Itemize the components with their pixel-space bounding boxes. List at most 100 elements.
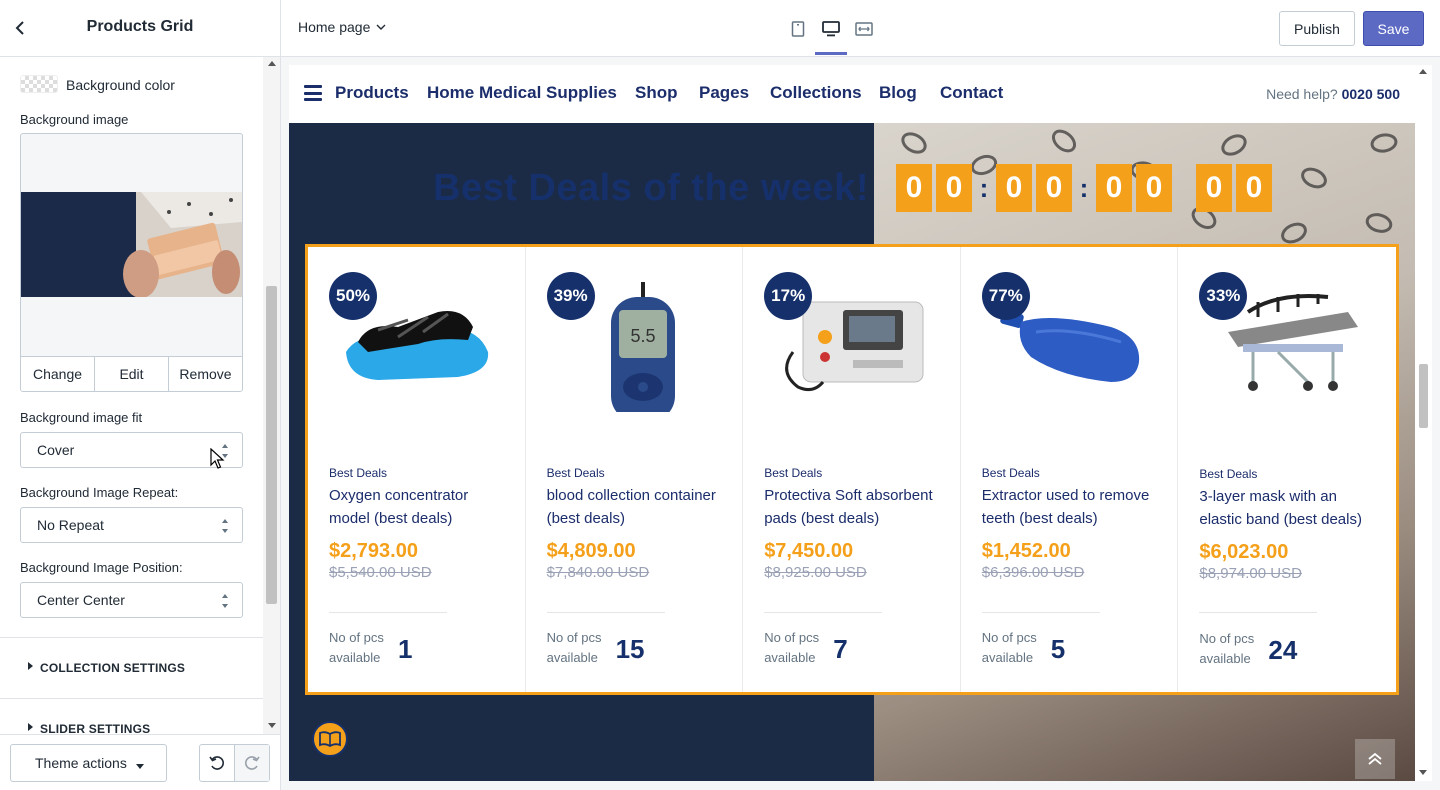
scroll-down-icon[interactable]	[1419, 770, 1427, 775]
nav-link-contact[interactable]: Contact	[940, 83, 1003, 103]
section-label: COLLECTION SETTINGS	[40, 660, 186, 675]
countdown-digit: 0	[1036, 164, 1072, 212]
store-navigation: Products Home Medical Supplies Shop Page…	[289, 65, 1415, 123]
position-label: Background Image Position:	[20, 560, 183, 575]
sidebar-scrollbar[interactable]	[263, 57, 280, 734]
caret-down-icon	[136, 764, 144, 769]
scroll-down-icon[interactable]	[268, 723, 276, 728]
scroll-thumb[interactable]	[1419, 364, 1428, 428]
undo-icon[interactable]	[200, 745, 235, 781]
product-name[interactable]: blood collection container (best deals)	[547, 484, 727, 530]
desktop-icon[interactable]	[816, 16, 846, 42]
edit-image-button[interactable]: Edit	[95, 357, 169, 391]
discount-badge: 77%	[981, 272, 1030, 320]
product-category: Best Deals	[1199, 467, 1258, 481]
product-card[interactable]: 77% Best Deals Extractor used to remove …	[961, 247, 1179, 692]
sidebar-header: Products Grid	[0, 0, 280, 57]
save-button[interactable]: Save	[1363, 11, 1424, 46]
product-card[interactable]: 39% 5.5 Best Deals blood collection cont…	[526, 247, 744, 692]
fullwidth-icon[interactable]	[849, 16, 879, 42]
product-old-price: $8,974.00 USD	[1199, 565, 1302, 582]
nav-link-blog[interactable]: Blog	[879, 83, 917, 103]
product-old-price: $6,396.00 USD	[981, 564, 1085, 581]
nav-link-pages[interactable]: Pages	[699, 83, 749, 103]
mouse-cursor-icon	[210, 448, 225, 469]
help-label: Need help?	[1266, 86, 1338, 102]
product-price: $1,452.00	[981, 540, 1071, 562]
background-color-swatch[interactable]	[20, 75, 58, 93]
fit-label: Background image fit	[20, 410, 143, 425]
product-category: Best Deals	[981, 466, 1040, 480]
slider-settings-section[interactable]: SLIDER SETTINGS	[0, 698, 263, 734]
nav-link-products[interactable]: Products	[335, 83, 409, 103]
caret-right-icon	[28, 723, 33, 731]
select-arrows-icon	[222, 519, 230, 533]
countdown-separator: :	[1079, 172, 1089, 203]
page-selector-label: Home page	[298, 19, 371, 35]
page-selector[interactable]: Home page	[298, 19, 386, 35]
product-category: Best Deals	[764, 466, 823, 480]
remove-image-button[interactable]: Remove	[169, 357, 242, 391]
product-card[interactable]: 50% Best Deals Oxygen concentrator model…	[308, 247, 526, 692]
image-repeat-select[interactable]: No Repeat	[20, 507, 243, 543]
back-to-top-icon[interactable]	[1355, 739, 1395, 779]
countdown-digit: 0	[1196, 164, 1232, 212]
product-price: $4,809.00	[546, 540, 636, 562]
scroll-up-icon[interactable]	[268, 61, 276, 66]
availability-label: No of pcs available	[1199, 631, 1255, 666]
background-image-label: Background image	[20, 112, 129, 127]
nav-link-shop[interactable]: Shop	[635, 83, 678, 103]
product-old-price: $5,540.00 USD	[329, 564, 432, 581]
product-price: $2,793.00	[329, 540, 418, 562]
scroll-up-icon[interactable]	[1419, 69, 1427, 74]
product-card[interactable]: 33% Best Deals 3-layer mask with an elas…	[1178, 247, 1396, 692]
nav-link-home-medical-supplies[interactable]: Home Medical Supplies	[427, 83, 617, 103]
preview-scrollbar[interactable]	[1415, 65, 1432, 781]
countdown-separator: :	[979, 172, 989, 203]
theme-actions-button[interactable]: Theme actions	[10, 744, 167, 782]
availability-label: No of pcs available	[546, 630, 602, 665]
product-card[interactable]: 17% Best Deals Protectiva Soft absorbent…	[743, 247, 961, 692]
product-old-price: $8,925.00 USD	[764, 564, 867, 581]
product-category: Best Deals	[329, 466, 388, 480]
menu-icon[interactable]	[304, 85, 322, 101]
image-position-select[interactable]: Center Center	[20, 582, 243, 618]
availability-count: 5	[1050, 634, 1066, 664]
background-image-picker: Change Edit Remove	[20, 133, 243, 392]
availability-count: 7	[833, 634, 848, 664]
publish-button[interactable]: Publish	[1279, 11, 1355, 46]
countdown-digit: 0	[896, 164, 932, 212]
preview-pane: Products Home Medical Supplies Shop Page…	[281, 57, 1440, 790]
mobile-icon[interactable]	[783, 16, 813, 42]
product-name[interactable]: Oxygen concentrator model (best deals)	[329, 484, 509, 530]
change-image-button[interactable]: Change	[21, 357, 95, 391]
divider	[546, 612, 665, 613]
help-phone[interactable]: 0020 500	[1342, 86, 1400, 102]
countdown-digit: 0	[1136, 164, 1172, 212]
image-fit-value: Cover	[37, 442, 75, 458]
editor-topbar: Home page Publish Save	[281, 0, 1440, 57]
countdown-digit: 0	[1096, 164, 1132, 212]
deals-title: Best Deals of the week!	[433, 167, 869, 209]
countdown-digit: 0	[936, 164, 972, 212]
redo-icon[interactable]	[235, 745, 269, 781]
svg-text:5.5: 5.5	[630, 326, 655, 346]
storefront-preview: Products Home Medical Supplies Shop Page…	[289, 65, 1415, 781]
scroll-thumb[interactable]	[266, 286, 277, 604]
availability-label: No of pcs available	[981, 630, 1037, 665]
availability-count: 15	[615, 634, 645, 664]
sidebar-settings: Background color Background image Change…	[0, 57, 263, 734]
sidebar: Products Grid Background color Backgroun…	[0, 0, 281, 790]
collection-settings-section[interactable]: COLLECTION SETTINGS	[0, 637, 263, 697]
availability-label: No of pcs available	[764, 630, 820, 665]
product-name[interactable]: Extractor used to remove teeth (best dea…	[982, 484, 1162, 530]
chevron-down-icon	[376, 24, 386, 30]
nav-link-collections[interactable]: Collections	[770, 83, 862, 103]
product-old-price: $7,840.00 USD	[546, 564, 650, 581]
product-name[interactable]: Protectiva Soft absorbent pads (best dea…	[764, 484, 944, 530]
divider	[329, 612, 447, 613]
book-icon[interactable]	[312, 721, 348, 757]
select-arrows-icon	[222, 594, 230, 608]
product-name[interactable]: 3-layer mask with an elastic band (best …	[1199, 485, 1379, 531]
help-contact: Need help? 0020 500	[1266, 86, 1400, 102]
